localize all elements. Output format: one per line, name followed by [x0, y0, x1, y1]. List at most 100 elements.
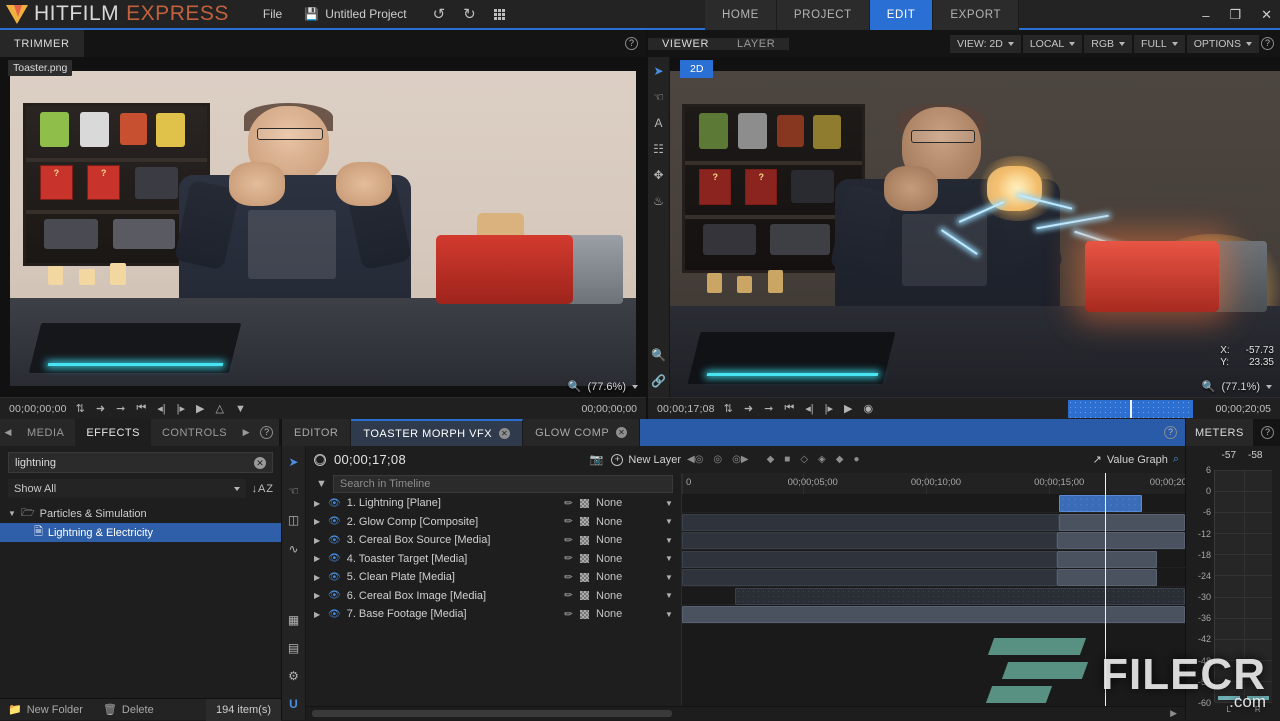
timeline-layer-row[interactable]: ▶ 👁 2. Glow Comp [Composite] ✎ None ▼	[306, 513, 681, 532]
rate-stretch-icon[interactable]: ∿	[286, 541, 302, 557]
transform-icon[interactable]: ☷	[651, 141, 667, 157]
keyframe-ease-in-icon[interactable]: ◈	[818, 454, 826, 465]
close-icon[interactable]: ✕	[616, 427, 628, 438]
trimmer-help-icon[interactable]: ?	[625, 37, 638, 50]
quality-dropdown[interactable]: FULL	[1134, 34, 1185, 53]
tab-home[interactable]: HOME	[705, 0, 777, 30]
keyframe-smooth-icon[interactable]: ●	[853, 454, 859, 465]
chevron-right-icon[interactable]: ▶	[314, 517, 322, 526]
import-marker-icon[interactable]: ▼	[235, 403, 246, 415]
timeline-layer-row[interactable]: ▶ 👁 6. Cereal Box Image [Media] ✎ None ▼	[306, 587, 681, 606]
loop-icon[interactable]: ⇅	[76, 402, 85, 415]
tab-trimmer[interactable]: TRIMMER	[0, 30, 84, 57]
previous-keyframe-icon[interactable]: ◀◎	[687, 454, 703, 465]
timeline-clip[interactable]	[1056, 532, 1185, 549]
add-keyframe-icon[interactable]: ◎	[713, 454, 722, 465]
chevron-right-icon[interactable]: ▶	[314, 499, 322, 508]
tab-toaster-morph-vfx[interactable]: TOASTER MORPH VFX ✕	[351, 419, 524, 446]
tab-editor[interactable]: EDITOR	[282, 419, 352, 446]
chevron-down-icon[interactable]: ▼	[665, 554, 673, 563]
effects-help-icon[interactable]: ?	[260, 426, 274, 439]
color-swatch-icon[interactable]: ✎	[562, 589, 576, 603]
trimmer-zoom-control[interactable]: 🔍 (77.6%)	[568, 380, 638, 393]
export-marker-icon[interactable]: △	[215, 402, 223, 415]
set-out-icon[interactable]: ➜	[96, 402, 105, 415]
trimmer-stage[interactable]: Toaster.png ? ? 🔍 (77.6%)	[0, 57, 646, 397]
tree-folder-particles-simulation[interactable]: ▼ 🗁 Particles & Simulation	[0, 504, 281, 523]
chevron-down-icon[interactable]: ▼	[665, 517, 673, 526]
timeline-track-area[interactable]	[681, 494, 1185, 706]
tab-controls[interactable]: CONTROLS	[150, 419, 239, 446]
viewer-help-icon[interactable]: ?	[1261, 37, 1274, 50]
visibility-eye-icon[interactable]: 👁	[328, 590, 341, 601]
viewer-current-time[interactable]: 00;00;17;08	[648, 403, 724, 415]
chevron-right-icon[interactable]: ▶	[314, 610, 322, 619]
meters-help-icon[interactable]: ?	[1261, 426, 1274, 439]
timeline-clip[interactable]	[1056, 550, 1158, 568]
step-forward-icon[interactable]: |▸	[177, 402, 185, 415]
timeline-clip[interactable]	[1059, 513, 1185, 531]
keyframe-strip-icon[interactable]: ▤	[286, 640, 302, 656]
close-icon[interactable]: ✕	[499, 428, 511, 439]
scrollbar-thumb[interactable]	[312, 710, 672, 717]
play-icon[interactable]: ▶	[196, 402, 204, 415]
sort-az-icon[interactable]: ↓ A Z	[252, 483, 273, 495]
file-menu[interactable]: File	[263, 7, 282, 21]
undo-icon[interactable]: ↺	[433, 5, 446, 23]
timeline-layer-row[interactable]: ▶ 👁 4. Toaster Target [Media] ✎ None ▼	[306, 550, 681, 569]
text-icon[interactable]: A	[651, 115, 667, 131]
move-icon[interactable]: ✥	[651, 167, 667, 183]
tab-meters[interactable]: METERS	[1186, 419, 1253, 446]
grid-icon[interactable]	[493, 8, 505, 20]
view-mode-dropdown[interactable]: VIEW: 2D	[949, 34, 1021, 53]
tab-layer[interactable]: LAYER	[723, 37, 790, 50]
delete-button[interactable]: 🗑 Delete	[95, 703, 162, 717]
select-arrow-icon[interactable]: ➤	[286, 454, 302, 470]
timeline-clip[interactable]	[682, 550, 1057, 568]
step-back-icon[interactable]: ◂|	[157, 402, 165, 415]
color-swatch-icon[interactable]: ✎	[562, 552, 576, 566]
zoom-to-fit-icon[interactable]: ⌕	[1173, 453, 1179, 466]
viewer-work-area-bar[interactable]	[1068, 400, 1194, 418]
timeline-current-time[interactable]: 00;00;17;08	[334, 452, 406, 467]
go-to-start-icon[interactable]: ⏮	[136, 402, 146, 415]
set-in-icon[interactable]: ➞	[116, 402, 125, 415]
visibility-eye-icon[interactable]: 👁	[328, 553, 341, 564]
step-back-icon[interactable]: ◂|	[805, 402, 813, 415]
chevron-down-icon[interactable]: ▼	[665, 499, 673, 508]
record-icon[interactable]: ◉	[863, 402, 873, 415]
close-icon[interactable]: ✕	[1261, 7, 1272, 23]
timeline-clip[interactable]	[682, 513, 1060, 531]
minimize-icon[interactable]: –	[1202, 8, 1209, 23]
chevron-down-icon[interactable]	[632, 384, 638, 389]
timeline-clip[interactable]	[734, 587, 1185, 605]
keyframe-hold-icon[interactable]: ■	[784, 454, 790, 465]
tab-glow-comp[interactable]: GLOW COMP ✕	[523, 419, 641, 446]
chevron-right-icon[interactable]: ▶	[314, 554, 322, 563]
timeline-search-box[interactable]: Search in Timeline	[332, 474, 673, 493]
set-out-icon[interactable]: ➜	[744, 402, 753, 415]
u-logo-icon[interactable]: U	[286, 696, 302, 712]
tab-edit[interactable]: EDIT	[869, 0, 934, 30]
loop-icon[interactable]: ⇅	[724, 402, 733, 415]
tree-item-lightning-electricity[interactable]: 🗎 Lightning & Electricity	[0, 523, 281, 542]
timeline-clip[interactable]	[682, 532, 1057, 549]
maximize-icon[interactable]: ❐	[1229, 7, 1241, 23]
link-icon[interactable]: 🔗	[651, 373, 667, 389]
tab-effects[interactable]: EFFECTS	[75, 419, 151, 446]
visibility-eye-icon[interactable]: 👁	[328, 535, 341, 546]
redo-icon[interactable]: ↻	[463, 5, 476, 23]
new-layer-button[interactable]: + New Layer	[611, 453, 681, 466]
next-keyframe-icon[interactable]: ◎▶	[732, 454, 748, 465]
color-swatch-icon[interactable]: ✎	[562, 607, 576, 621]
timeline-help-icon[interactable]: ?	[1164, 426, 1177, 439]
timeline-horizontal-scrollbar[interactable]: ▶	[306, 706, 1185, 720]
hand-icon[interactable]: ☜	[286, 483, 302, 499]
tabs-scroll-left-icon[interactable]: ◀	[0, 419, 16, 446]
zoom-icon[interactable]: 🔍	[651, 347, 667, 363]
color-swatch-icon[interactable]: ✎	[562, 496, 576, 510]
play-icon[interactable]: ▶	[844, 402, 852, 415]
hand-icon[interactable]: ☜	[651, 89, 667, 105]
chevron-right-icon[interactable]: ▶	[314, 573, 322, 582]
timeline-layer-row[interactable]: ▶ 👁 1. Lightning [Plane] ✎ None ▼	[306, 494, 681, 513]
